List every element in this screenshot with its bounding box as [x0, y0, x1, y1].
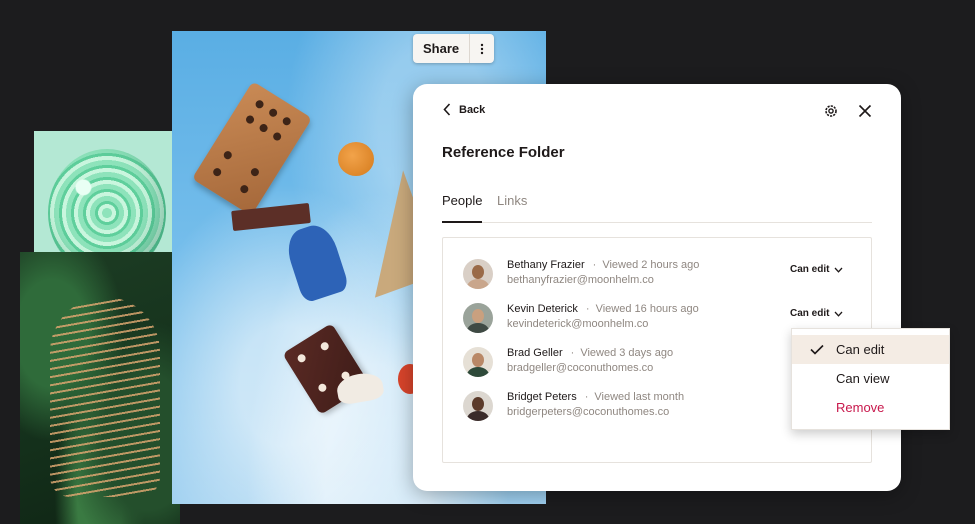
orange-token: [338, 142, 374, 176]
chevron-down-icon: [834, 267, 843, 273]
tab-links[interactable]: Links: [497, 193, 527, 208]
slinky-foliage-image: [20, 252, 180, 524]
avatar: [463, 259, 493, 289]
tab-bar: People Links: [442, 193, 872, 223]
person-email: bethanyfrazier@moonhelm.co: [507, 274, 654, 286]
close-icon[interactable]: [857, 103, 873, 119]
person-name: Bethany Frazier: [507, 259, 585, 271]
avatar: [463, 303, 493, 333]
permission-menu: Can edit Can view Remove: [791, 328, 950, 430]
person-name: Bridget Peters: [507, 391, 577, 403]
slinky-coil: [50, 297, 160, 497]
list-item: Bethany Frazier · Viewed 2 hours ago betha…: [463, 256, 863, 290]
person-email: bradgeller@coconuthomes.co: [507, 362, 654, 374]
person-name: Kevin Deterick: [507, 303, 578, 315]
chevron-down-icon: [834, 311, 843, 317]
chevron-left-icon: [443, 103, 451, 116]
back-label: Back: [459, 103, 486, 116]
more-vertical-icon: [480, 43, 484, 54]
share-toolbar: Share: [413, 34, 495, 63]
gear-icon[interactable]: [823, 103, 839, 119]
avatar: [463, 347, 493, 377]
person-email: bridgerpeters@coconuthomes.co: [507, 406, 670, 418]
check-icon: [810, 344, 824, 355]
tab-people[interactable]: People: [442, 193, 483, 223]
share-button[interactable]: Share: [413, 34, 471, 63]
avatar: [463, 391, 493, 421]
last-viewed: Viewed last month: [594, 391, 685, 403]
menu-item-can-edit[interactable]: Can edit: [792, 335, 949, 364]
back-button[interactable]: Back: [443, 103, 485, 116]
panel-title: Reference Folder: [442, 144, 565, 161]
more-options-button[interactable]: [470, 34, 494, 63]
menu-item-remove[interactable]: Remove: [792, 393, 949, 422]
blue-chess-knight: [282, 220, 350, 304]
last-viewed: Viewed 16 hours ago: [595, 303, 699, 315]
permission-dropdown[interactable]: Can edit: [790, 264, 843, 275]
permission-dropdown[interactable]: Can edit: [790, 308, 843, 319]
wooden-domino: [191, 81, 313, 216]
person-email: kevindeterick@moonhelm.co: [507, 318, 649, 330]
menu-item-can-view[interactable]: Can view: [792, 364, 949, 393]
person-name: Brad Geller: [507, 347, 563, 359]
last-viewed: Viewed 2 hours ago: [602, 259, 700, 271]
last-viewed: Viewed 3 days ago: [580, 347, 674, 359]
